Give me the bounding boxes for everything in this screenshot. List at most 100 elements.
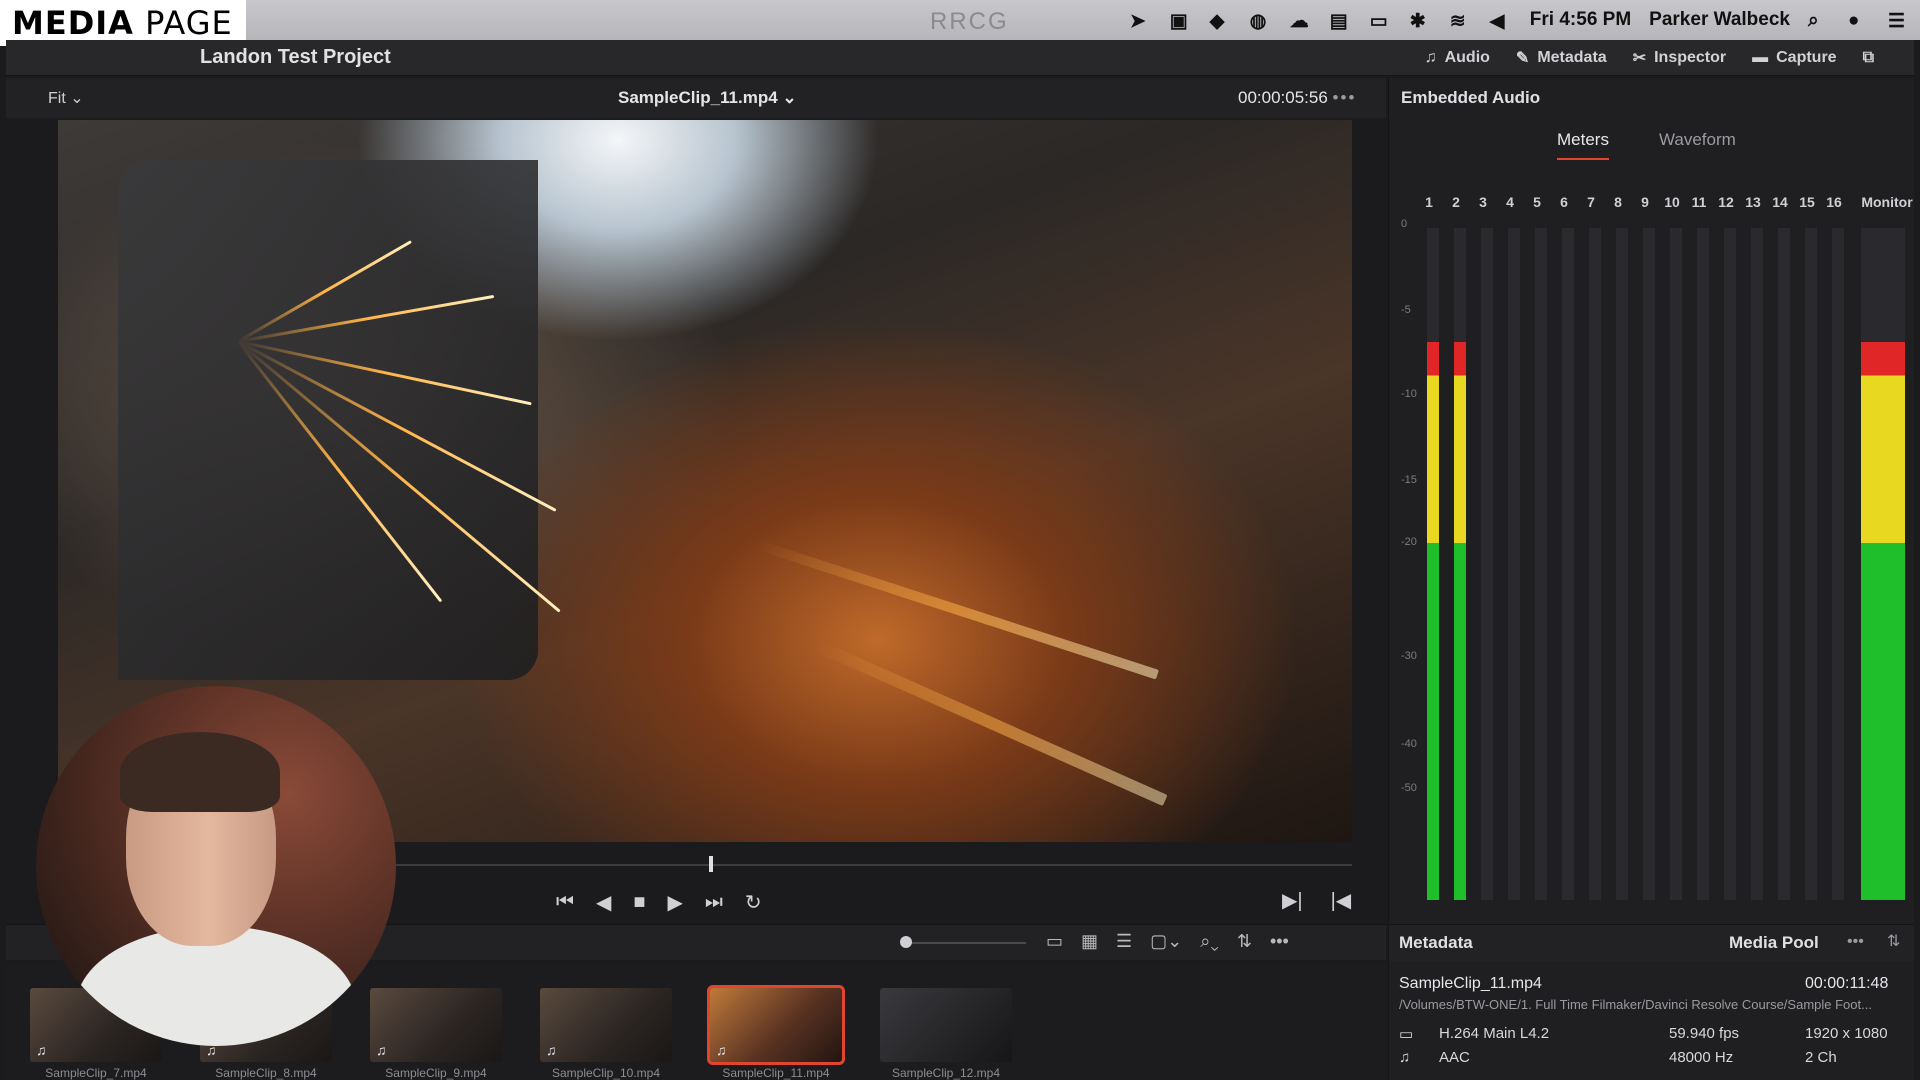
mark-out-icon[interactable]: |◀ [1331, 888, 1352, 913]
clock[interactable]: Fri 4:56 PM [1530, 9, 1631, 31]
chevron-down-icon: ⌄ [70, 90, 84, 107]
db-tick: -40 [1401, 738, 1417, 750]
mark-controls: ▶| |◀ [1282, 888, 1351, 913]
audio-clip-icon: ♫ [376, 1042, 387, 1058]
inspector-panel-toggle[interactable]: ✂ Inspector [1633, 48, 1726, 68]
search-icon[interactable]: ⌕⌄ [1200, 931, 1219, 952]
channel-number: 6 [1560, 194, 1568, 210]
creative-cloud-icon[interactable]: ☁ [1290, 10, 1312, 32]
db-tick: -5 [1401, 304, 1411, 316]
thumbnail-zoom-knob[interactable] [900, 936, 912, 948]
db-tick: -50 [1401, 782, 1417, 794]
clip-thumbnail[interactable]: ♫ [370, 988, 502, 1062]
location-icon[interactable]: ➤ [1130, 10, 1152, 32]
transport-controls: ⏮ ◀ ■ ▶ ⏭ ↻ [556, 888, 762, 916]
level-meter [1643, 228, 1655, 900]
sort-icon[interactable]: ⇅ [1237, 931, 1252, 952]
level-meter-fill [1861, 342, 1905, 900]
metadata-file-path: /Volumes/BTW-ONE/1. Full Time Filmaker/D… [1399, 997, 1872, 1012]
metadata-panel-toggle[interactable]: ✎ Metadata [1516, 48, 1607, 68]
viewer-timecode: 00:00:05:56 ••• [1238, 88, 1356, 108]
channel-number: 1 [1425, 194, 1433, 210]
audio-clip-icon: ♫ [716, 1042, 727, 1058]
sort-icon[interactable]: ⇅ [1887, 931, 1900, 951]
level-meter [1481, 228, 1493, 900]
thumbnail-zoom-slider[interactable] [906, 942, 1026, 944]
play-reverse-icon[interactable]: ◀ [596, 890, 611, 915]
metadata-view-icon[interactable]: ▭ [1046, 931, 1063, 952]
clip-thumbnail-label: SampleClip_10.mp4 [551, 1066, 661, 1080]
wifi-icon[interactable]: ≋ [1450, 10, 1472, 32]
jump-to-start-icon[interactable]: ⏮ [556, 891, 574, 914]
metadata-clip-name: SampleClip_11.mp4 [1399, 975, 1542, 992]
chevron-down-icon: ⌄ [782, 88, 797, 107]
scrubber-track[interactable] [380, 864, 1352, 866]
spotlight-search-icon[interactable]: ⌕ [1808, 10, 1830, 31]
screen-record-icon[interactable]: ▣ [1170, 10, 1192, 32]
clip-name-label: SampleClip_11.mp4 [618, 88, 778, 107]
airplay-icon[interactable]: ▭ [1370, 10, 1392, 32]
clip-thumbnail[interactable]: ♫ [540, 988, 672, 1062]
notification-center-icon[interactable]: ☰ [1888, 10, 1910, 32]
frame-rate: 59.940 fps [1669, 1025, 1740, 1042]
loop-icon[interactable]: ↻ [745, 890, 762, 915]
level-meter [1805, 228, 1817, 900]
playhead[interactable] [709, 856, 713, 872]
user-name[interactable]: Parker Walbeck [1649, 9, 1790, 31]
more-options-icon[interactable]: ••• [1847, 933, 1864, 951]
display-icon[interactable]: ▤ [1330, 10, 1352, 32]
mark-in-icon[interactable]: ▶| [1282, 888, 1303, 913]
audio-meters [1427, 228, 1907, 908]
tab-meters[interactable]: Meters [1557, 130, 1609, 160]
capture-icon: ▬ [1752, 49, 1769, 66]
dropbox-icon[interactable]: ◆ [1210, 10, 1232, 32]
clip-thumbnail-selected[interactable]: ♫ [707, 985, 845, 1065]
capture-panel-toggle[interactable]: ▬ Capture [1752, 49, 1836, 67]
clip-thumbnail[interactable] [880, 988, 1012, 1062]
more-options-icon[interactable]: ••• [1333, 88, 1357, 107]
stop-icon[interactable]: ■ [633, 891, 645, 914]
metadata-title: Metadata [1399, 933, 1473, 952]
jump-to-end-icon[interactable]: ⏭ [705, 891, 723, 914]
level-meter [1427, 228, 1439, 900]
play-icon[interactable]: ▶ [667, 890, 682, 915]
audio-codec: AAC [1439, 1049, 1470, 1066]
music-note-icon: ♫ [1399, 1049, 1411, 1066]
channel-number: 12 [1718, 194, 1734, 210]
bluetooth-icon[interactable]: ✱ [1410, 10, 1432, 32]
tab-waveform[interactable]: Waveform [1659, 130, 1736, 160]
metadata-header: Metadata Media Pool ••• ⇅ [1389, 925, 1914, 961]
siri-icon[interactable]: ● [1848, 10, 1870, 31]
audio-panel-title: Embedded Audio [1401, 88, 1541, 107]
fullscreen-icon[interactable]: ⧉ [1863, 49, 1874, 67]
volume-icon[interactable]: ◀ [1490, 10, 1512, 32]
fit-dropdown[interactable]: Fit ⌄ [48, 88, 84, 108]
viewer-clip-name[interactable]: SampleClip_11.mp4 ⌄ [618, 88, 797, 108]
level-meter [1724, 228, 1736, 900]
metadata-duration: 00:00:11:48 [1805, 975, 1889, 992]
globe-icon[interactable]: ◍ [1250, 10, 1272, 32]
view-options: ▭ ▦ ☰ ▢⌄ ⌕⌄ ⇅ ••• [1046, 931, 1289, 952]
menu-bar: RRCG ➤ ▣ ◆ ◍ ☁ ▤ ▭ ✱ ≋ ◀ Fri 4:56 PM Par… [0, 0, 1920, 40]
audio-clip-icon: ♫ [36, 1042, 47, 1058]
audio-panel-toggle[interactable]: ♫ Audio [1425, 49, 1490, 67]
list-view-icon[interactable]: ☰ [1116, 931, 1132, 952]
channel-number: 3 [1479, 194, 1487, 210]
audio-channels: 2 Ch [1805, 1049, 1837, 1066]
channel-number: 2 [1452, 194, 1460, 210]
channel-numbers: 1 2 3 4 5 6 7 8 9 10 11 12 13 14 15 16 Monitor [1419, 194, 1913, 214]
audio-info-row: ♫ AAC 48000 Hz 2 Ch [1399, 1049, 1911, 1066]
channel-number: 7 [1587, 194, 1595, 210]
presenter-webcam-overlay [36, 686, 396, 1046]
music-note-icon: ♫ [1424, 49, 1437, 66]
audio-tabs: Meters Waveform [1557, 130, 1736, 160]
db-tick: -30 [1401, 650, 1417, 662]
level-meter [1861, 228, 1905, 900]
more-options-icon[interactable]: ••• [1270, 931, 1289, 952]
clip-thumbnail-label: SampleClip_8.mp4 [215, 1066, 317, 1080]
level-meter [1751, 228, 1763, 900]
channel-number: 11 [1691, 194, 1707, 210]
thumbnail-view-icon[interactable]: ▦ [1081, 931, 1098, 952]
monitor-view-icon[interactable]: ▢⌄ [1150, 931, 1182, 952]
db-tick: -20 [1401, 536, 1417, 548]
